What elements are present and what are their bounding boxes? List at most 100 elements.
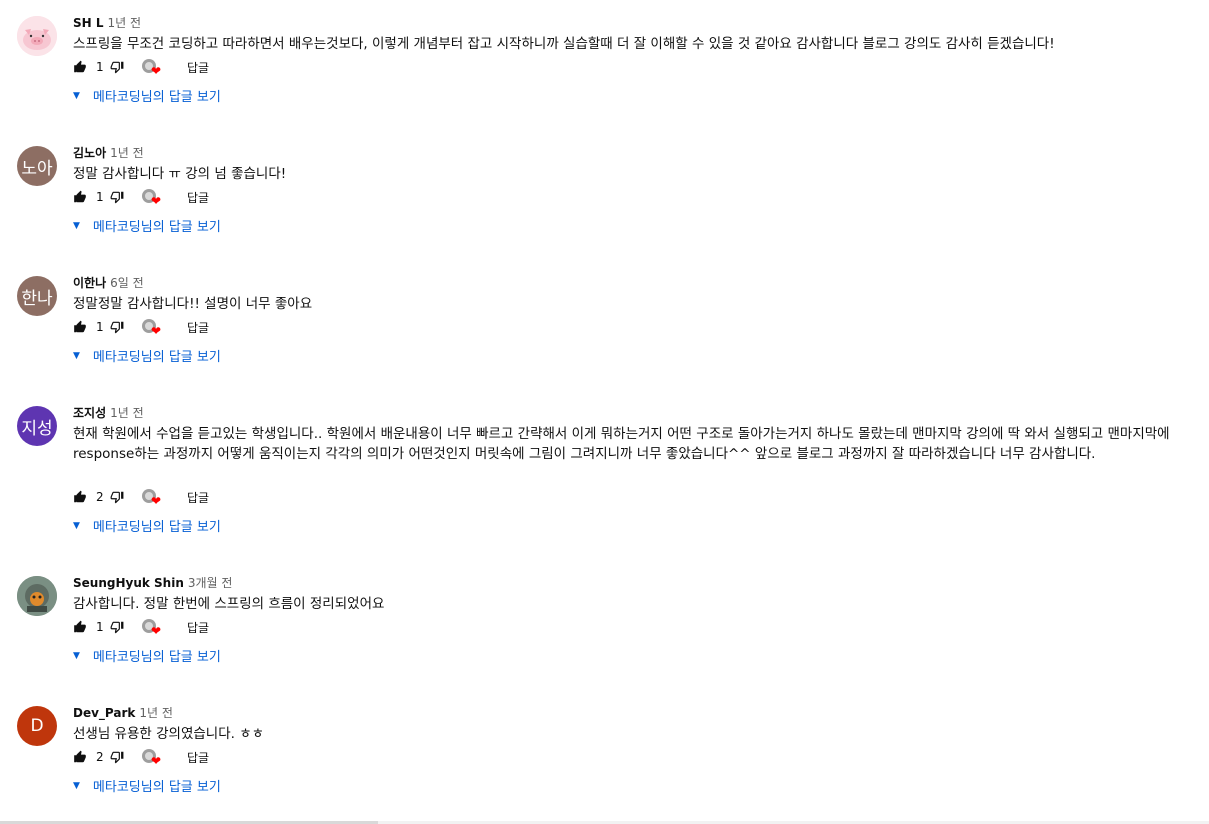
- comment-body: SH L 1년 전 스프링을 무조건 코딩하고 따라하면서 배우는것보다, 이렇게…: [73, 14, 1199, 54]
- dislike-button[interactable]: [110, 750, 124, 764]
- view-replies-label: 메타코딩님의 답글 보기: [92, 220, 221, 235]
- comment-thread: 지성 조지성 1년 전 현재 학원에서 수업을 듣고있는 학생입니다.. 학원에서…: [0, 390, 1209, 560]
- caret-down-icon: ▼: [73, 350, 80, 361]
- avatar[interactable]: [17, 16, 57, 56]
- view-replies-label: 메타코딩님의 답글 보기: [92, 780, 221, 795]
- dislike-button[interactable]: [110, 60, 124, 74]
- heart-icon: ❤: [151, 624, 162, 638]
- comment-text: 정말정말 감사합니다!! 설명이 너무 좋아요: [73, 296, 313, 312]
- comment-text: 정말 감사합니다 ㅠ 강의 넘 좋습니다!: [73, 166, 287, 182]
- thumb-up-icon: [73, 190, 87, 204]
- dislike-button[interactable]: [110, 620, 124, 634]
- like-button[interactable]: [73, 750, 87, 764]
- comment-time[interactable]: 3개월 전: [188, 576, 233, 590]
- avatar[interactable]: 한나: [17, 276, 57, 316]
- creator-heart: ❤: [142, 57, 164, 77]
- view-replies-button[interactable]: ▼ 메타코딩님의 답글 보기: [73, 646, 221, 665]
- view-replies-button[interactable]: ▼ 메타코딩님의 답글 보기: [73, 516, 221, 535]
- thumb-up-icon: [73, 320, 87, 334]
- comment-actions: 2 ❤ 답글: [73, 747, 209, 767]
- heart-icon: ❤: [151, 754, 162, 768]
- view-replies-button[interactable]: ▼ 메타코딩님의 답글 보기: [73, 216, 221, 235]
- comment-text: 스프링을 무조건 코딩하고 따라하면서 배우는것보다, 이렇게 개념부터 잡고 …: [73, 36, 1055, 52]
- comment-time[interactable]: 6일 전: [110, 276, 144, 290]
- comment-text: 선생님 유용한 강의였습니다. ㅎㅎ: [73, 726, 265, 742]
- reply-button[interactable]: 답글: [187, 489, 209, 506]
- photo-avatar-image: [17, 576, 57, 616]
- reply-button[interactable]: 답글: [187, 619, 209, 636]
- thumb-down-icon: [110, 190, 124, 204]
- dislike-button[interactable]: [110, 190, 124, 204]
- comment-author[interactable]: 김노아: [73, 146, 106, 160]
- comment-time[interactable]: 1년 전: [110, 406, 144, 420]
- thumb-up-icon: [73, 490, 87, 504]
- thumb-down-icon: [110, 60, 124, 74]
- heart-icon: ❤: [151, 494, 162, 508]
- comment-time[interactable]: 1년 전: [108, 16, 142, 30]
- creator-heart: ❤: [142, 617, 164, 637]
- heart-icon: ❤: [151, 194, 162, 208]
- like-count: 2: [96, 750, 104, 764]
- view-replies-button[interactable]: ▼ 메타코딩님의 답글 보기: [73, 346, 221, 365]
- view-replies-button[interactable]: ▼ 메타코딩님의 답글 보기: [73, 776, 221, 795]
- thumb-down-icon: [110, 320, 124, 334]
- thumb-down-icon: [110, 490, 124, 504]
- like-button[interactable]: [73, 490, 87, 504]
- thumb-down-icon: [110, 620, 124, 634]
- like-button[interactable]: [73, 620, 87, 634]
- comment-list: SH L 1년 전 스프링을 무조건 코딩하고 따라하면서 배우는것보다, 이렇게…: [0, 0, 1209, 820]
- avatar[interactable]: 노아: [17, 146, 57, 186]
- avatar[interactable]: [17, 576, 57, 616]
- creator-heart: ❤: [142, 317, 164, 337]
- comment-thread: 한나 이한나 6일 전 정말정말 감사합니다!! 설명이 너무 좋아요 1 ❤ 답…: [0, 260, 1209, 390]
- thumb-down-icon: [110, 750, 124, 764]
- comment-body: 조지성 1년 전 현재 학원에서 수업을 듣고있는 학생입니다.. 학원에서 배운…: [73, 404, 1199, 464]
- like-count: 2: [96, 490, 104, 504]
- dislike-button[interactable]: [110, 490, 124, 504]
- avatar-initials: 노아: [21, 158, 53, 179]
- comment-author[interactable]: SeungHyuk Shin: [73, 576, 184, 590]
- like-button[interactable]: [73, 320, 87, 334]
- comment-author[interactable]: SH L: [73, 16, 104, 30]
- comment-actions: 1 ❤ 답글: [73, 317, 209, 337]
- caret-down-icon: ▼: [73, 650, 80, 661]
- caret-down-icon: ▼: [73, 220, 80, 231]
- comment-time[interactable]: 1년 전: [110, 146, 144, 160]
- comment-author[interactable]: 이한나: [73, 276, 106, 290]
- like-count: 1: [96, 320, 104, 334]
- comment-author[interactable]: Dev_Park: [73, 706, 135, 720]
- reply-button[interactable]: 답글: [187, 59, 209, 76]
- reply-button[interactable]: 답글: [187, 319, 209, 336]
- comment-header: Dev_Park 1년 전: [73, 704, 1199, 722]
- comment-text: 현재 학원에서 수업을 듣고있는 학생입니다.. 학원에서 배운내용이 너무 빠…: [73, 426, 1170, 462]
- view-replies-label: 메타코딩님의 답글 보기: [92, 520, 221, 535]
- like-count: 1: [96, 620, 104, 634]
- comment-body: Dev_Park 1년 전 선생님 유용한 강의였습니다. ㅎㅎ: [73, 704, 1199, 744]
- comment-thread: SH L 1년 전 스프링을 무조건 코딩하고 따라하면서 배우는것보다, 이렇게…: [0, 0, 1209, 130]
- avatar[interactable]: D: [17, 706, 57, 746]
- comment-header: 이한나 6일 전: [73, 274, 1199, 292]
- like-button[interactable]: [73, 60, 87, 74]
- comment-time[interactable]: 1년 전: [139, 706, 173, 720]
- heart-icon: ❤: [151, 324, 162, 338]
- avatar-initials: 한나: [21, 288, 53, 309]
- like-button[interactable]: [73, 190, 87, 204]
- comment-header: 김노아 1년 전: [73, 144, 1199, 162]
- caret-down-icon: ▼: [73, 780, 80, 791]
- dislike-button[interactable]: [110, 320, 124, 334]
- like-count: 1: [96, 60, 104, 74]
- thumb-up-icon: [73, 750, 87, 764]
- comment-thread: 노아 김노아 1년 전 정말 감사합니다 ㅠ 강의 넘 좋습니다! 1 ❤ 답글 …: [0, 130, 1209, 260]
- reply-button[interactable]: 답글: [187, 749, 209, 766]
- reply-button[interactable]: 답글: [187, 189, 209, 206]
- view-replies-label: 메타코딩님의 답글 보기: [92, 650, 221, 665]
- view-replies-label: 메타코딩님의 답글 보기: [92, 90, 221, 105]
- creator-heart: ❤: [142, 487, 164, 507]
- comment-thread: D Dev_Park 1년 전 선생님 유용한 강의였습니다. ㅎㅎ 2 ❤ 답글…: [0, 690, 1209, 820]
- comment-actions: 1 ❤ 답글: [73, 57, 209, 77]
- view-replies-button[interactable]: ▼ 메타코딩님의 답글 보기: [73, 86, 221, 105]
- comment-actions: 1 ❤ 답글: [73, 617, 209, 637]
- comment-author[interactable]: 조지성: [73, 406, 106, 420]
- avatar[interactable]: 지성: [17, 406, 57, 446]
- thumb-up-icon: [73, 620, 87, 634]
